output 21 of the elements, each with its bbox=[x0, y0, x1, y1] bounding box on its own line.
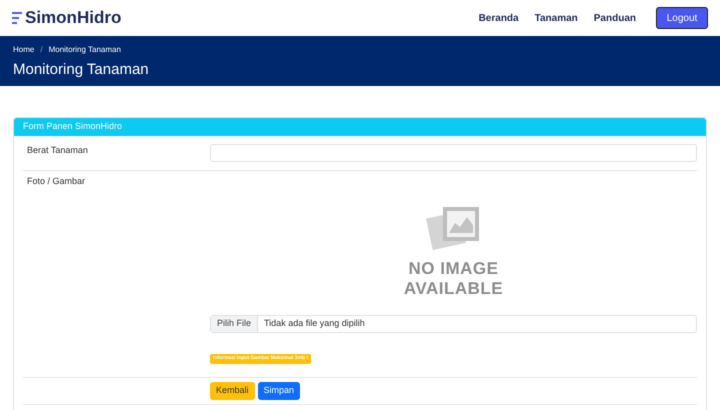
card-header: Form Panen SimonHidro bbox=[14, 118, 706, 136]
back-button[interactable]: Kembali bbox=[210, 382, 255, 400]
breadcrumb-separator: / bbox=[40, 44, 43, 56]
page-title: Monitoring Tanaman bbox=[13, 60, 150, 80]
file-input[interactable]: Pilih File Tidak ada file yang dipilih bbox=[210, 315, 697, 333]
no-image-text: AVAILABLE bbox=[404, 279, 504, 299]
field-label: Foto / Gambar bbox=[26, 175, 86, 188]
file-status-text: Tidak ada file yang dipilih bbox=[263, 317, 366, 330]
menu-icon bbox=[12, 11, 22, 25]
logout-button[interactable]: Logout bbox=[656, 7, 708, 29]
choose-file-button[interactable]: Pilih File bbox=[211, 316, 258, 332]
no-image-text: NO IMAGE bbox=[408, 259, 498, 279]
brand-logo[interactable]: SimonHidro bbox=[25, 5, 122, 31]
input-field[interactable] bbox=[210, 144, 697, 162]
breadcrumb-item: Monitoring Tanaman bbox=[48, 44, 121, 56]
save-button[interactable]: Simpan bbox=[258, 382, 300, 400]
nav-link[interactable]: Beranda bbox=[478, 10, 519, 26]
nav-link[interactable]: Panduan bbox=[594, 10, 636, 26]
nav-link[interactable]: Tanaman bbox=[534, 10, 578, 26]
breadcrumb-item[interactable]: Home bbox=[13, 44, 34, 56]
field-label: Berat Tanaman bbox=[26, 144, 89, 157]
